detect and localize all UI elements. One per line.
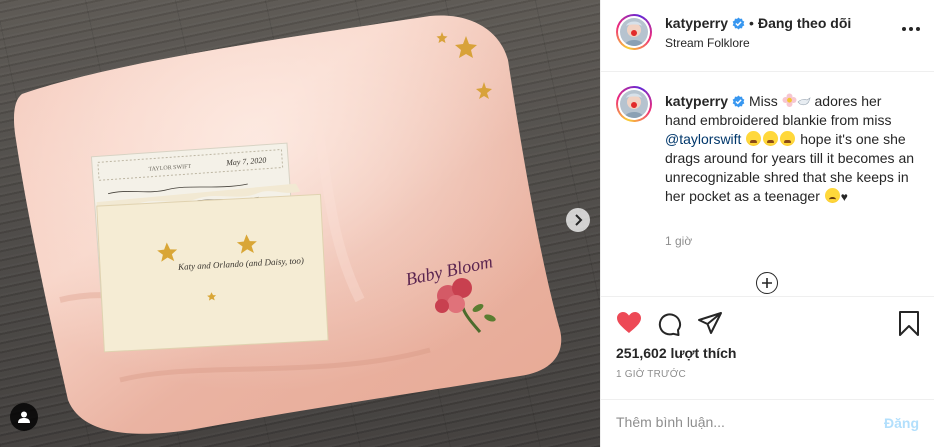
- more-options-button[interactable]: [902, 27, 920, 31]
- post-photo[interactable]: TAYLOR SWIFT May 7, 2020 Katy and Orland…: [0, 0, 600, 447]
- bookmark-icon: [899, 311, 919, 336]
- verified-badge-icon: [732, 17, 745, 30]
- caption-timestamp[interactable]: 1 giờ: [665, 234, 692, 248]
- avatar[interactable]: [616, 14, 652, 50]
- share-button[interactable]: [697, 311, 723, 340]
- caption-part1: Miss: [748, 93, 778, 109]
- weary-face-emoji-icon: [780, 131, 796, 146]
- header-line: katyperry • Đang theo dõi: [665, 15, 851, 31]
- caption-text: katyperry Miss adores her hand embroider…: [665, 92, 915, 207]
- mention-link[interactable]: @taylorswift: [665, 131, 741, 147]
- weary-face-emoji-icon: [763, 131, 779, 146]
- blossom-emoji-icon: [782, 93, 797, 107]
- chevron-right-icon: [575, 214, 583, 226]
- user-tag-icon: [18, 411, 30, 423]
- load-more-comments-button[interactable]: [756, 272, 778, 294]
- separator-dot: •: [749, 15, 754, 31]
- next-image-button[interactable]: [566, 208, 590, 232]
- plus-icon: [762, 278, 772, 288]
- location-link[interactable]: Stream Folklore: [665, 36, 750, 50]
- heart-filled-icon: [617, 312, 641, 333]
- dove-emoji-icon: [797, 97, 811, 106]
- paper-plane-icon: [698, 312, 722, 334]
- post-header: katyperry • Đang theo dõi Stream Folklore: [601, 0, 934, 72]
- comment-input[interactable]: [616, 414, 866, 430]
- weary-face-emoji-icon: [746, 131, 762, 146]
- comment-bar: Đăng: [600, 399, 934, 447]
- username-link[interactable]: katyperry: [665, 15, 728, 31]
- action-section: 251,602 lượt thích 1 GIỜ TRƯỚC Đăng: [600, 296, 934, 446]
- caption-username-link[interactable]: katyperry: [665, 93, 728, 109]
- frowning-face-emoji-icon: [824, 188, 840, 203]
- tagged-users-button[interactable]: [10, 403, 38, 431]
- post-timestamp[interactable]: 1 GIỜ TRƯỚC: [616, 369, 686, 380]
- verified-badge-icon: [732, 95, 745, 108]
- caption-avatar[interactable]: [616, 86, 652, 122]
- like-button[interactable]: [616, 311, 642, 340]
- avatar-image: [620, 18, 648, 46]
- comment-button[interactable]: [656, 311, 682, 342]
- likes-count[interactable]: 251,602 lượt thích: [616, 345, 736, 361]
- more-dots-icon: [902, 27, 906, 31]
- save-button[interactable]: [898, 311, 920, 342]
- black-heart-icon: ♥: [840, 190, 848, 204]
- envelope: Katy and Orlando (and Daisy, too): [96, 183, 329, 353]
- post-comment-button[interactable]: Đăng: [884, 415, 919, 431]
- following-button[interactable]: Đang theo dõi: [758, 15, 851, 31]
- comment-icon: [658, 313, 682, 336]
- photo-scene: TAYLOR SWIFT May 7, 2020 Katy and Orland…: [14, 15, 562, 434]
